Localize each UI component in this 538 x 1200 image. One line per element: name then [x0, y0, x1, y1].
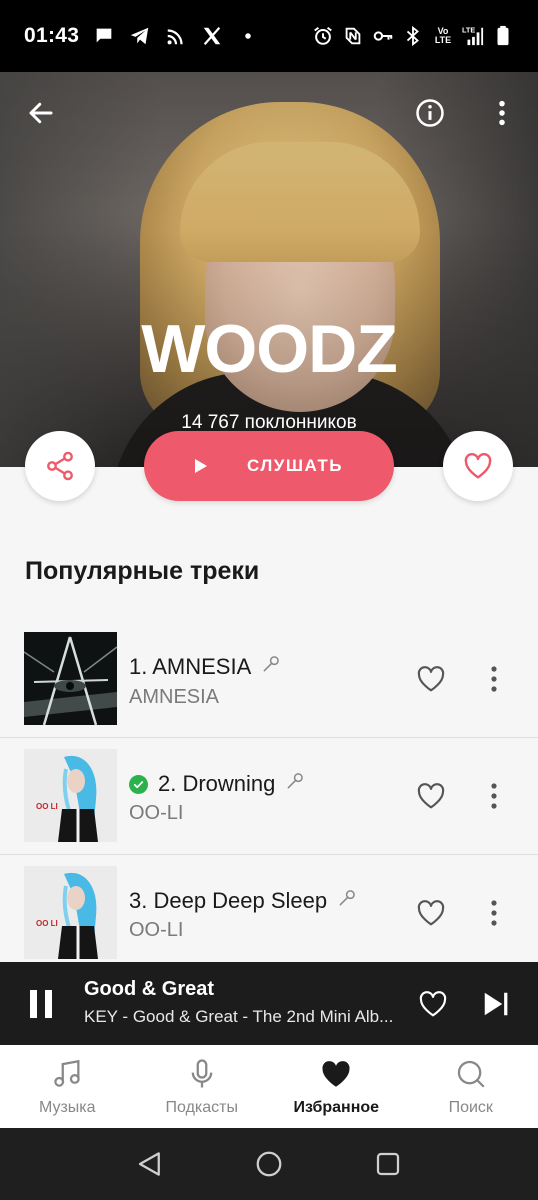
cast-icon	[165, 25, 187, 47]
volte-icon: Vo LTE	[434, 26, 452, 45]
follow-artist-button[interactable]	[443, 431, 513, 501]
dot-icon	[237, 25, 259, 47]
next-track-button[interactable]	[478, 984, 514, 1024]
status-notification-icons	[93, 25, 259, 47]
status-bar: 01:43 Vo LTE LTE	[0, 0, 538, 72]
arrow-left-icon	[29, 102, 53, 124]
battery-icon	[492, 25, 514, 47]
listen-button[interactable]: СЛУШАТЬ	[144, 431, 394, 501]
hero-overlay	[0, 72, 538, 467]
more-vertical-icon	[499, 100, 505, 126]
microphone-icon	[191, 1059, 213, 1088]
track-title: 1. AMNESIA	[129, 654, 281, 680]
track-title: 2. Drowning	[129, 771, 305, 797]
key-icon	[372, 25, 394, 47]
status-system-icons: Vo LTE LTE	[312, 25, 514, 47]
pause-button[interactable]	[26, 984, 56, 1024]
lyrics-mic-icon	[261, 654, 281, 680]
search-icon	[457, 1060, 485, 1088]
play-icon	[195, 459, 207, 473]
track-cover	[24, 632, 117, 725]
svg-text:LTE: LTE	[462, 25, 475, 34]
heart-outline-icon	[419, 991, 447, 1017]
skip-next-icon	[484, 992, 508, 1016]
home-circle-icon[interactable]	[254, 1149, 284, 1179]
now-playing-subtitle: KEY - Good & Great - The 2nd Mini Alb...	[84, 1007, 394, 1026]
track-title-text: 3. Deep Deep Sleep	[129, 888, 328, 913]
lte-signal-icon: LTE	[462, 25, 484, 47]
artist-name: WOODZ	[141, 311, 398, 387]
track-cover: OO LI	[24, 866, 117, 959]
info-icon	[416, 99, 444, 127]
track-row[interactable]: OO LI 2. Drowning OO-LI	[0, 738, 538, 854]
track-album: OO-LI	[129, 802, 184, 824]
cover-label: OO LI	[36, 802, 58, 811]
more-options-button[interactable]	[478, 89, 526, 137]
nav-item-search[interactable]: Поиск	[404, 1045, 538, 1128]
nav-item-favorites[interactable]: Избранное	[269, 1045, 404, 1128]
system-navigation-bar	[0, 1128, 538, 1200]
track-more-button[interactable]	[480, 893, 508, 933]
track-row[interactable]: OO LI 3. Deep Deep Sleep OO-LI	[0, 855, 538, 971]
track-album: OO-LI	[129, 919, 184, 941]
track-album: AMNESIA	[129, 686, 220, 708]
chat-icon	[93, 25, 115, 47]
telegram-icon	[129, 25, 151, 47]
pause-icon-bar	[45, 990, 52, 1018]
downloaded-check-icon	[129, 774, 148, 794]
track-title-text: 1. AMNESIA	[129, 654, 252, 679]
heart-outline-icon	[417, 900, 445, 926]
recents-square-icon[interactable]	[373, 1149, 403, 1179]
cover-label: OO LI	[36, 919, 58, 928]
artist-hero: WOODZ 14 767 поклонников	[0, 72, 538, 467]
track-cover: OO LI	[24, 749, 117, 842]
now-playing-title: Good & Great	[84, 978, 215, 1000]
track-row[interactable]: 1. AMNESIA AMNESIA	[0, 620, 538, 736]
share-button[interactable]	[25, 431, 95, 501]
more-vertical-icon	[491, 666, 497, 692]
bottom-navigation: Музыка Подкасты Избранное Поиск	[0, 1045, 538, 1128]
pause-icon-bar	[30, 990, 37, 1018]
back-button[interactable]	[17, 89, 65, 137]
nav-label: Избранное	[293, 1099, 380, 1116]
x-icon	[201, 25, 223, 47]
info-button[interactable]	[406, 89, 454, 137]
now-playing-like-button[interactable]	[413, 984, 453, 1024]
lyrics-mic-icon	[337, 888, 357, 914]
nfc-icon	[342, 25, 364, 47]
status-time: 01:43	[24, 24, 80, 47]
nav-item-music[interactable]: Музыка	[0, 1045, 135, 1128]
track-title-text: 2. Drowning	[158, 771, 276, 796]
bluetooth-icon	[402, 25, 424, 47]
lyrics-mic-icon	[285, 771, 305, 797]
share-icon	[47, 451, 73, 481]
nav-label: Подкасты	[165, 1099, 238, 1116]
nav-label: Музыка	[38, 1099, 96, 1116]
mini-player[interactable]: Good & Great KEY - Good & Great - The 2n…	[0, 962, 538, 1045]
back-triangle-icon[interactable]	[135, 1149, 165, 1179]
popular-tracks-title: Популярные треки	[25, 557, 260, 585]
music-note-icon	[54, 1059, 81, 1087]
heart-outline-icon	[417, 783, 445, 809]
alarm-icon	[312, 25, 334, 47]
heart-icon	[322, 1061, 350, 1087]
track-like-button[interactable]	[411, 659, 451, 699]
nav-item-podcasts[interactable]: Подкасты	[135, 1045, 270, 1128]
track-like-button[interactable]	[411, 893, 451, 933]
track-more-button[interactable]	[480, 659, 508, 699]
heart-outline-icon	[417, 666, 445, 692]
listen-button-label: СЛУШАТЬ	[247, 456, 343, 475]
more-vertical-icon	[491, 900, 497, 926]
track-more-button[interactable]	[480, 776, 508, 816]
track-title: 3. Deep Deep Sleep	[129, 888, 357, 914]
nav-label: Поиск	[448, 1099, 493, 1116]
track-like-button[interactable]	[411, 776, 451, 816]
heart-outline-icon	[464, 452, 492, 479]
more-vertical-icon	[491, 783, 497, 809]
